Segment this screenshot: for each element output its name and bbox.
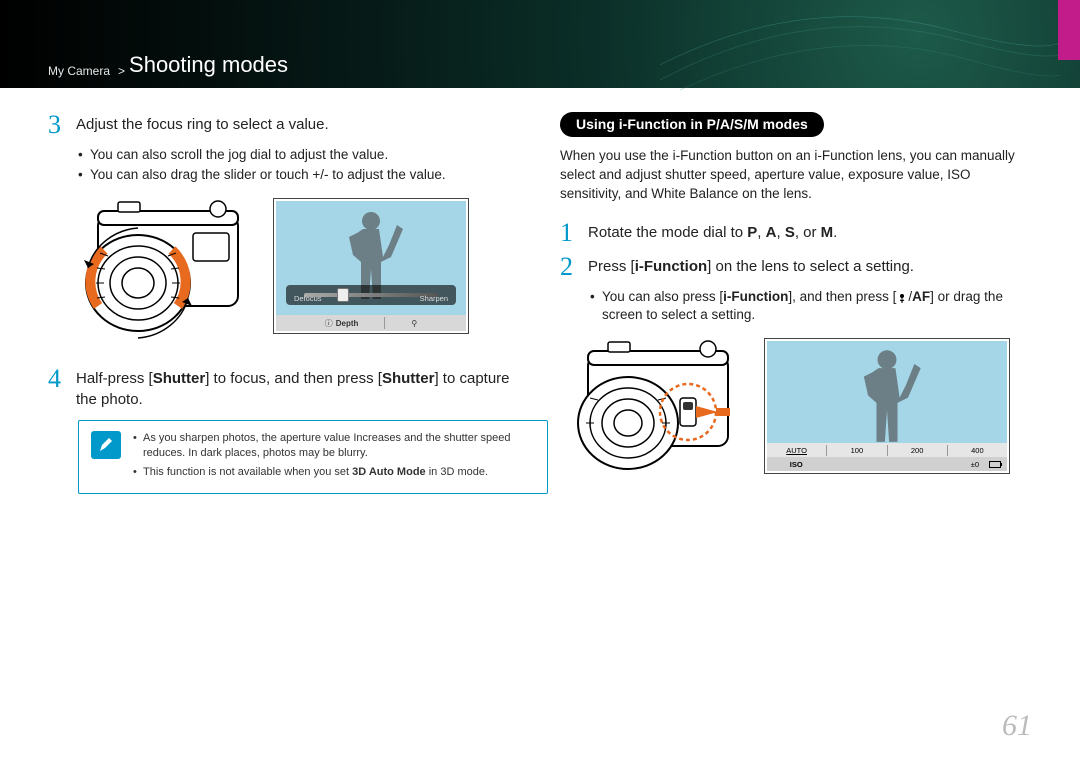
text: .: [833, 224, 837, 241]
iso-cell[interactable]: 100: [827, 445, 887, 456]
footer-divider: [384, 317, 385, 329]
page-body: 3 Adjust the focus ring to select a valu…: [0, 88, 1080, 506]
bullet: You can also scroll the jog dial to adju…: [78, 146, 520, 164]
text: Half-press [: [76, 370, 153, 387]
step-3: 3 Adjust the focus ring to select a valu…: [48, 112, 520, 138]
ifunction-label: i-Function: [723, 289, 788, 304]
note-pen-icon: [91, 431, 121, 459]
iso-cell[interactable]: 400: [948, 445, 1007, 456]
step-text: Half-press [Shutter] to focus, and then …: [76, 366, 520, 410]
preview-screen-frame: AUTO 100 200 400 ISO ±0: [764, 338, 1010, 474]
step-number: 3: [48, 112, 66, 138]
note-box: As you sharpen photos, the aperture valu…: [78, 420, 548, 495]
preview-screen: Defocus Sharpen ⓘ Depth ⚲: [276, 201, 466, 331]
shutter-label: Shutter: [153, 370, 206, 387]
text: You can also press [: [602, 289, 723, 304]
step-number: 4: [48, 366, 66, 410]
step-3-bullets: You can also scroll the jog dial to adju…: [78, 146, 520, 184]
text: Press [: [588, 258, 635, 275]
step-4: 4 Half-press [Shutter] to focus, and the…: [48, 366, 520, 410]
bold-mode-name: 3D Auto Mode: [352, 466, 426, 478]
text: ,: [776, 224, 784, 241]
iso-value-bar[interactable]: AUTO 100 200 400: [767, 443, 1007, 457]
ifunction-label: i-Function: [635, 258, 707, 275]
text: ] on the lens to select a setting.: [707, 258, 914, 275]
step-text: Adjust the focus ring to select a value.: [76, 112, 329, 138]
iso-cell-auto[interactable]: AUTO: [767, 445, 827, 456]
pill-text: modes: [759, 116, 808, 132]
info-icon: ⓘ: [325, 318, 333, 329]
slider-right-label: Sharpen: [420, 294, 448, 303]
pill-modes: P/A/S/M: [707, 116, 759, 132]
text: ] to focus, and then press [: [205, 370, 382, 387]
footer-info-segment[interactable]: ⓘ Depth: [319, 318, 365, 329]
footer-zoom-segment[interactable]: ⚲: [405, 319, 423, 328]
iso-label: ISO: [767, 460, 826, 469]
depth-slider[interactable]: Defocus Sharpen: [286, 285, 456, 305]
breadcrumb-section: My Camera: [48, 64, 110, 78]
exposure-value: ±0: [971, 460, 979, 469]
mode-s: S: [785, 224, 795, 241]
text: ], and then press [: [788, 289, 896, 304]
text: , or: [795, 224, 821, 241]
camera-ifunction-illustration: [570, 338, 750, 488]
screen-footer-bar: ⓘ Depth ⚲: [276, 315, 466, 331]
note-item: As you sharpen photos, the aperture valu…: [133, 431, 535, 461]
flower-af-icon: [896, 292, 908, 304]
iso-status-row: ISO ±0: [767, 457, 1007, 471]
step-2: 2 Press [i-Function] on the lens to sele…: [560, 254, 1032, 280]
step-1: 1 Rotate the mode dial to P, A, S, or M.: [560, 220, 1032, 246]
bullet: You can also press [i-Function], and the…: [590, 288, 1032, 324]
right-column: Using i-Function in P/A/S/M modes When y…: [560, 112, 1032, 506]
step-text: Rotate the mode dial to P, A, S, or M.: [588, 220, 837, 246]
text: Rotate the mode dial to: [588, 224, 747, 241]
footer-center-label: Depth: [336, 319, 359, 328]
breadcrumb-title: Shooting modes: [129, 52, 288, 78]
step-3-illustrations: Defocus Sharpen ⓘ Depth ⚲: [78, 198, 520, 348]
preview-screen-frame: Defocus Sharpen ⓘ Depth ⚲: [273, 198, 469, 334]
section-heading-pill: Using i-Function in P/A/S/M modes: [560, 112, 824, 137]
pill-text: Using i-Function in: [576, 116, 707, 132]
step-2-bullets: You can also press [i-Function], and the…: [590, 288, 1032, 324]
step-2-illustrations: AUTO 100 200 400 ISO ±0: [570, 338, 1032, 488]
mode-p: P: [747, 224, 757, 241]
magnifier-icon: ⚲: [411, 319, 417, 328]
step-number: 2: [560, 254, 578, 280]
section-intro: When you use the i-Function button on an…: [560, 147, 1032, 204]
page-header: My Camera > Shooting modes: [0, 0, 1080, 88]
page-number: 61: [1002, 709, 1032, 743]
left-column: 3 Adjust the focus ring to select a valu…: [48, 112, 520, 506]
bullet: You can also drag the slider or touch +/…: [78, 166, 520, 184]
note-item: This function is not available when you …: [133, 465, 535, 480]
step-text: Press [i-Function] on the lens to select…: [588, 254, 914, 280]
mode-m: M: [821, 224, 834, 241]
slider-left-label: Defocus: [294, 294, 322, 303]
iso-cell[interactable]: 200: [888, 445, 948, 456]
figure-silhouette: [842, 345, 932, 445]
mode-a: A: [766, 224, 777, 241]
af-label: AF: [912, 289, 930, 304]
camera-focus-ring-illustration: [78, 198, 253, 348]
step-number: 1: [560, 220, 578, 246]
slider-labels: Defocus Sharpen: [286, 294, 456, 303]
header-accent-bar: [1058, 0, 1080, 60]
note-list: As you sharpen photos, the aperture valu…: [133, 431, 535, 484]
battery-icon: [989, 461, 1001, 468]
shutter-label: Shutter: [382, 370, 435, 387]
text: ,: [757, 224, 765, 241]
breadcrumb-separator: >: [118, 64, 125, 78]
preview-screen-iso: AUTO 100 200 400 ISO ±0: [767, 341, 1007, 471]
